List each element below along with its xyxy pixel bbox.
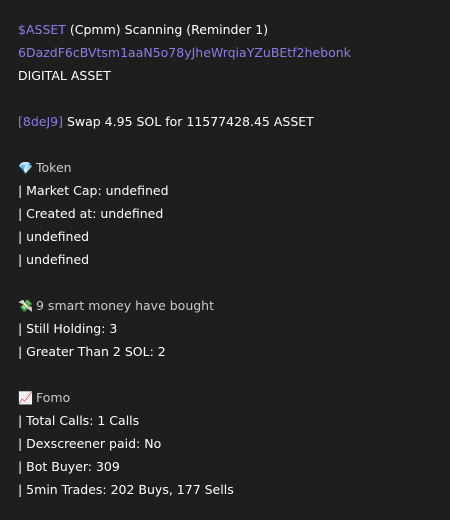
gem-icon: 💎 — [18, 161, 33, 175]
swap-text: Swap 4.95 SOL for 11577428.45 ASSET — [62, 114, 314, 129]
fomo-line-5min-trades: | 5min Trades: 202 Buys, 177 Sells — [18, 482, 234, 497]
contract-address-line: 6DazdF6cBVtsm1aaN5o78yJheWrqiaYZuBEtf2he… — [18, 41, 450, 64]
ticker-link[interactable]: $ASSET — [18, 22, 66, 37]
token-section-title: 💎 Token — [18, 156, 450, 179]
token-title: Token — [36, 160, 72, 175]
smart-money-line-greater-than: | Greater Than 2 SOL: 2 — [18, 344, 166, 359]
token-line-market-cap: | Market Cap: undefined — [18, 183, 169, 198]
smart-money-section-title: 💸 9 smart money have bought — [18, 294, 450, 317]
swap-line: [8deJ9] Swap 4.95 SOL for 11577428.45 AS… — [18, 110, 450, 133]
fomo-section-title: 📈 Fomo — [18, 386, 450, 409]
smart-money-line-still-holding: | Still Holding: 3 — [18, 321, 118, 336]
fomo-line-total-calls: | Total Calls: 1 Calls — [18, 413, 140, 428]
money-wings-icon: 💸 — [18, 299, 33, 313]
tx-link[interactable]: [8deJ9] — [18, 114, 63, 129]
fomo-line-dexscreener: | Dexscreener paid: No — [18, 436, 162, 451]
smart-money-title: 9 smart money have bought — [36, 298, 215, 313]
fomo-title: Fomo — [36, 390, 71, 405]
contract-address-link[interactable]: 6DazdF6cBVtsm1aaN5o78yJheWrqiaYZuBEtf2he… — [18, 45, 351, 60]
token-line-created-at: | Created at: undefined — [18, 206, 164, 221]
token-name-line: DIGITAL ASSET — [18, 64, 450, 87]
chart-increasing-icon: 📈 — [18, 391, 33, 405]
alert-message: $ASSET (Cpmm) Scanning (Reminder 1) 6Daz… — [0, 0, 450, 501]
header-line: $ASSET (Cpmm) Scanning (Reminder 1) — [18, 18, 450, 41]
fomo-line-bot-buyer: | Bot Buyer: 309 — [18, 459, 120, 474]
header-title: (Cpmm) Scanning (Reminder 1) — [65, 22, 269, 37]
token-name: DIGITAL ASSET — [18, 68, 111, 83]
token-line-4: | undefined — [18, 252, 90, 267]
token-line-3: | undefined — [18, 229, 90, 244]
